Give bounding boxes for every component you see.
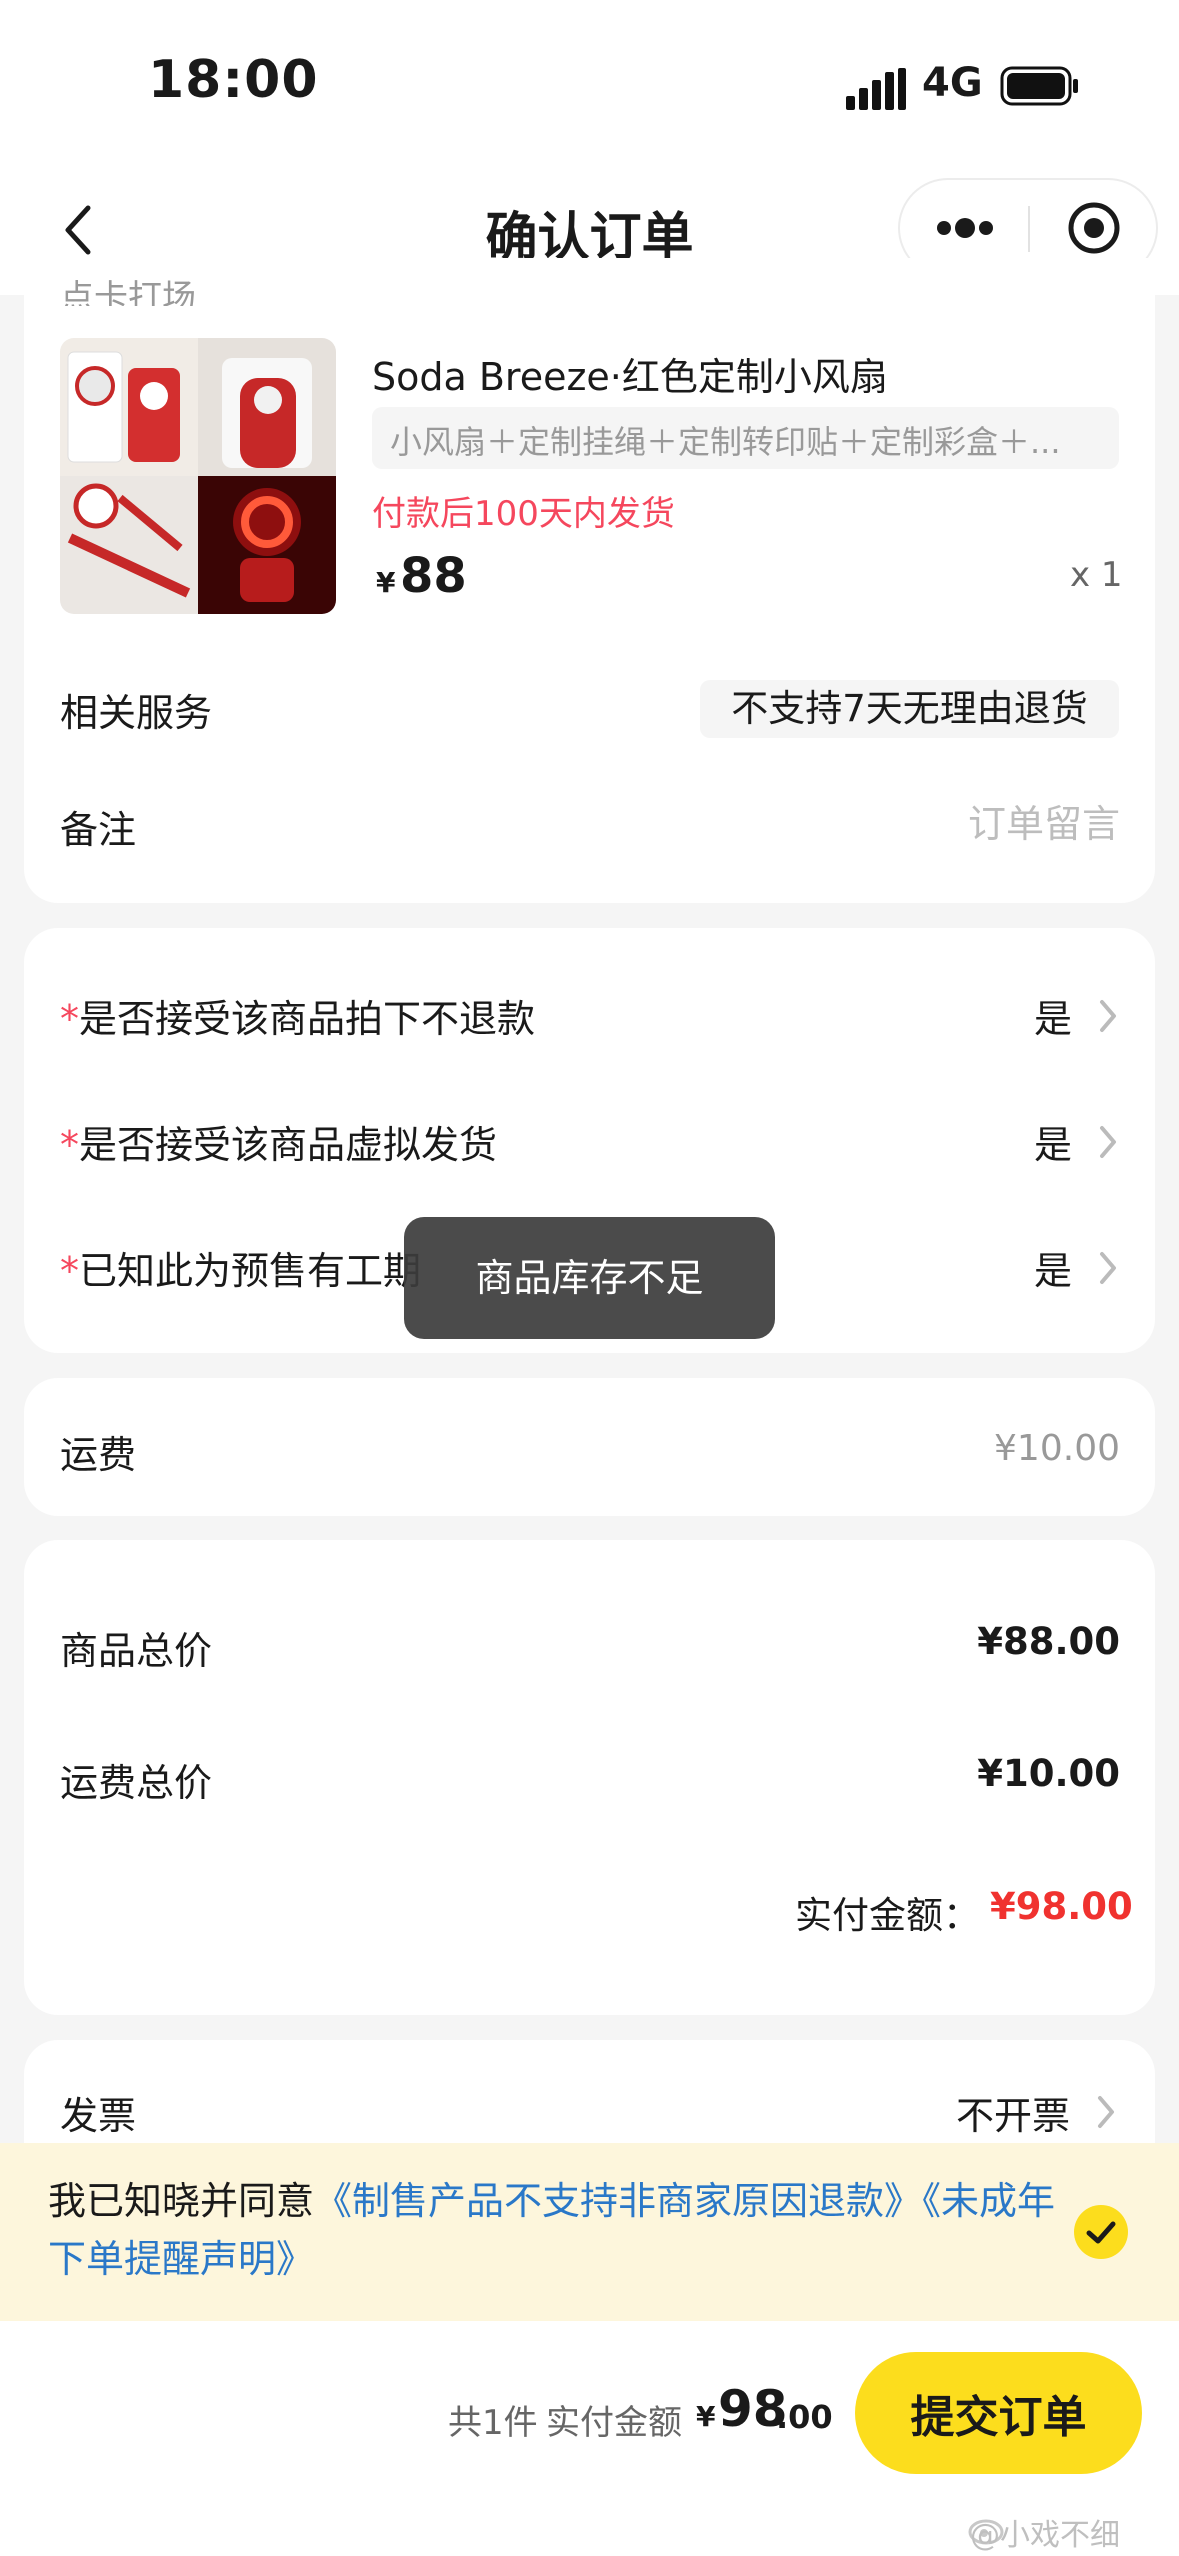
bottom-currency: ¥ (696, 2400, 716, 2433)
invoice-value: 不开票 (955, 2094, 1070, 2138)
shop-label-partial: 点卡打场 (60, 278, 196, 306)
service-label: 相关服务 (60, 691, 213, 735)
no-refund-policy-link[interactable]: 《制售产品不支持非商家原因退款》 (314, 2179, 922, 2223)
capsule-divider (1028, 206, 1030, 252)
product-name: Soda Breeze·红色定制小风扇 (372, 355, 888, 399)
bottom-paid-label: 实付金额 (546, 2403, 682, 2443)
agreement-text: 我已知晓并同意《制售产品不支持非商家原因退款》《未成年下单提醒声明》 (48, 2172, 1068, 2288)
service-badge: 不支持7天无理由退货 (700, 680, 1119, 738)
item-count: 共1件 (448, 2403, 538, 2443)
paid-amount-value: ¥98.00 (990, 1885, 1133, 1928)
freight-total-value: ¥10.00 (977, 1752, 1120, 1795)
submit-order-button[interactable]: 提交订单 (855, 2352, 1142, 2474)
confirm-answer: 是 (1033, 997, 1072, 1041)
close-target-icon[interactable] (1064, 198, 1124, 258)
status-time: 18:00 (148, 50, 319, 110)
chevron-right-icon (1100, 1000, 1116, 1032)
agreement-prefix: 我已知晓并同意 (48, 2179, 315, 2223)
paid-amount-label: 实付金额： (795, 1894, 980, 1937)
required-mark: * (60, 997, 79, 1041)
required-mark: * (60, 1249, 79, 1293)
signal-icon (846, 68, 906, 110)
battery-icon (1000, 66, 1078, 106)
remark-input[interactable] (780, 796, 1120, 852)
product-spec: 小风扇＋定制挂绳＋定制转印贴＋定制彩盒＋... (372, 407, 1119, 469)
shipping-note: 付款后100天内发货 (372, 494, 675, 534)
toast-message: 商品库存不足 (404, 1217, 775, 1339)
watermark: @小戏不细 (970, 2518, 1120, 2553)
network-type: 4G (922, 60, 983, 106)
goods-total-label: 商品总价 (60, 1629, 213, 1673)
freight-label: 运费 (60, 1433, 137, 1477)
confirm-answer: 是 (1033, 1249, 1072, 1293)
invoice-label: 发票 (60, 2094, 137, 2138)
product-quantity: x 1 (1070, 555, 1123, 595)
agree-checkbox-icon[interactable] (1073, 2204, 1129, 2260)
product-image[interactable] (60, 338, 336, 614)
chevron-right-icon (1098, 2096, 1114, 2128)
confirm-question: 是否接受该商品虚拟发货 (79, 1123, 498, 1167)
product-price: 88 (400, 548, 467, 604)
more-icon[interactable] (930, 205, 1000, 251)
chevron-right-icon (1100, 1126, 1116, 1158)
required-mark: * (60, 1123, 79, 1167)
price-currency: ¥ (376, 566, 396, 599)
remark-label: 备注 (60, 808, 137, 852)
bottom-amount-decimal: .00 (776, 2398, 833, 2436)
goods-total-value: ¥88.00 (977, 1620, 1120, 1663)
chevron-right-icon (1100, 1252, 1116, 1284)
confirm-answer: 是 (1033, 1123, 1072, 1167)
confirm-question: 已知此为预售有工期 (79, 1249, 422, 1293)
confirm-row-virtual-shipping[interactable]: *是否接受该商品虚拟发货 是 (60, 1114, 1120, 1184)
confirm-question: 是否接受该商品拍下不退款 (79, 997, 536, 1041)
freight-total-label: 运费总价 (60, 1761, 213, 1805)
confirm-row-no-refund[interactable]: *是否接受该商品拍下不退款 是 (60, 988, 1120, 1058)
freight-value: ¥10.00 (994, 1428, 1120, 1469)
